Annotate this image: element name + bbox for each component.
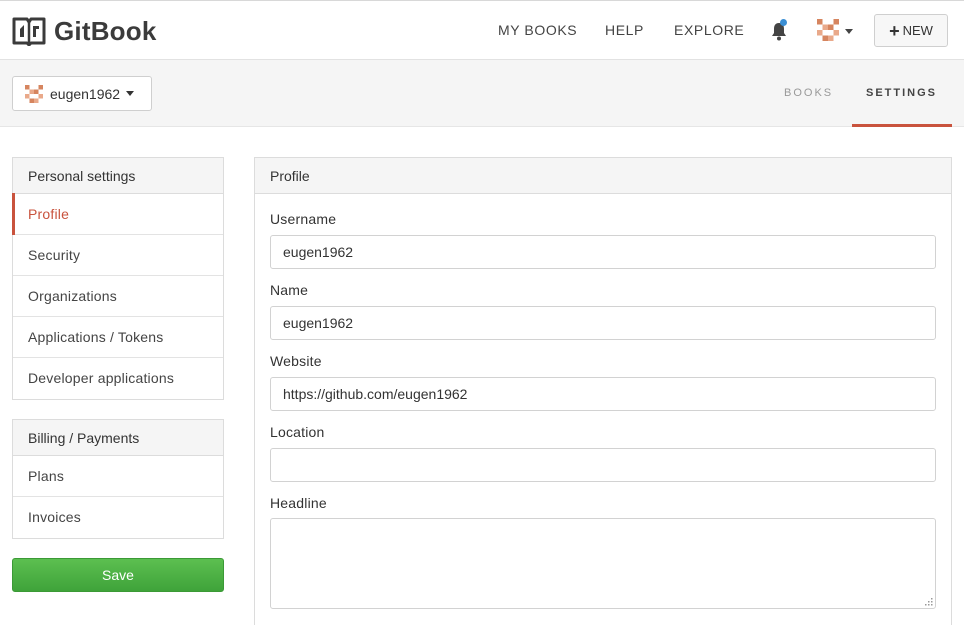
headline-label: Headline [270, 495, 327, 511]
tab-books[interactable]: BOOKS [784, 86, 833, 100]
brand-name: GitBook [54, 16, 157, 46]
notification-dot [780, 19, 787, 26]
sidebar-item-plans[interactable]: Plans [13, 456, 223, 497]
sidebar-item-security[interactable]: Security [13, 235, 223, 276]
sidebar-item-organizations[interactable]: Organizations [13, 276, 223, 317]
profile-panel: Profile Username Name Website Location H… [254, 157, 952, 625]
profile-heading: Profile [255, 158, 951, 194]
sidebar-item-profile[interactable]: Profile [12, 193, 223, 235]
headline-textarea[interactable] [270, 518, 936, 609]
account-switcher[interactable]: eugen1962 [12, 76, 152, 111]
username-input[interactable] [270, 235, 936, 269]
top-navbar: GitBook MY BOOKS HELP EXPLORE + NEW [0, 0, 964, 60]
nav-explore[interactable]: EXPLORE [674, 20, 744, 40]
nav-my-books[interactable]: MY BOOKS [498, 20, 577, 40]
location-label: Location [270, 424, 325, 440]
account-username: eugen1962 [50, 85, 121, 102]
name-input[interactable] [270, 306, 936, 340]
resize-grip-icon[interactable] [924, 597, 933, 606]
sidebar-item-developer-applications[interactable]: Developer applications [13, 358, 223, 399]
nav-help[interactable]: HELP [605, 20, 644, 40]
billing-menu: Billing / Payments Plans Invoices [12, 419, 224, 539]
website-input[interactable] [270, 377, 936, 411]
sub-header: eugen1962 BOOKS SETTINGS [0, 60, 964, 127]
name-label: Name [270, 282, 309, 298]
caret-down-icon[interactable] [845, 29, 853, 34]
avatar-icon[interactable] [817, 19, 839, 41]
active-tab-indicator [852, 124, 952, 127]
new-button[interactable]: + NEW [874, 14, 948, 47]
gitbook-logo-icon [12, 17, 46, 46]
plus-icon: + [889, 20, 900, 41]
sidebar-item-applications-tokens[interactable]: Applications / Tokens [13, 317, 223, 358]
billing-heading: Billing / Payments [13, 420, 223, 456]
new-button-label: NEW [902, 23, 933, 38]
save-button[interactable]: Save [12, 558, 224, 592]
location-input[interactable] [270, 448, 936, 482]
personal-settings-heading: Personal settings [13, 158, 223, 194]
username-label: Username [270, 211, 337, 227]
tab-settings[interactable]: SETTINGS [866, 86, 937, 100]
sidebar-item-invoices[interactable]: Invoices [13, 497, 223, 538]
website-label: Website [270, 353, 322, 369]
avatar-icon [25, 84, 43, 103]
personal-settings-menu: Personal settings Profile Security Organ… [12, 157, 224, 400]
caret-down-icon [126, 91, 135, 96]
brand-logo[interactable]: GitBook [12, 15, 157, 47]
